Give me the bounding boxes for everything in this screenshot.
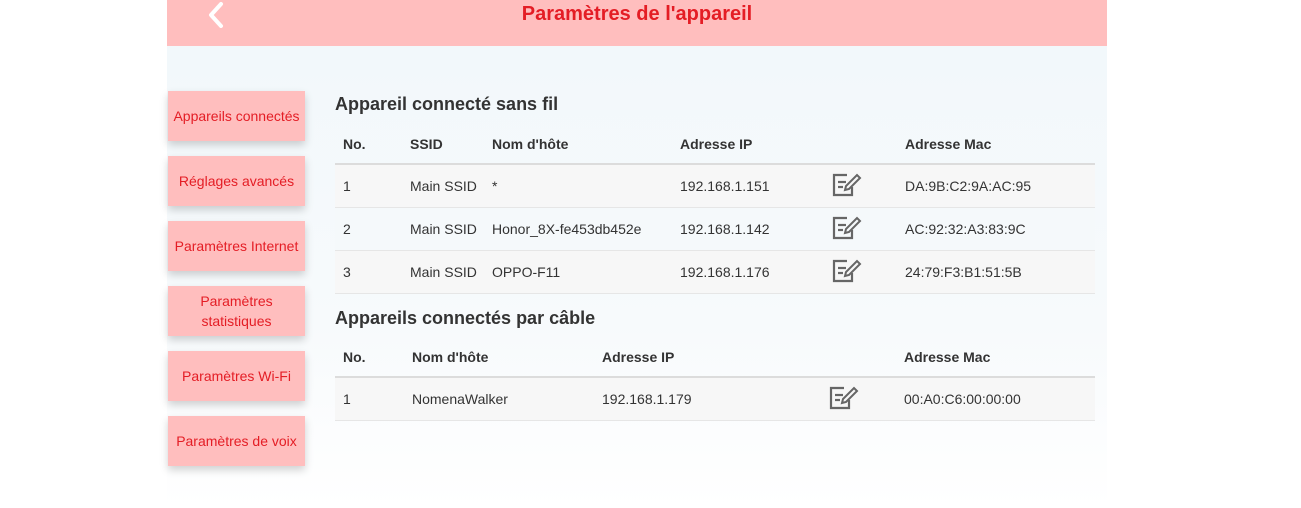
sidebar-item-connected-devices[interactable]: Appareils connectés: [168, 91, 305, 141]
wired-devices-table: No. Nom d'hôte Adresse IP Adresse Mac 1 …: [335, 338, 1095, 421]
cell-mac: DA:9B:C2:9A:AC:95: [905, 178, 1032, 194]
col-header-no: No.: [335, 125, 410, 165]
cell-ssid: Main SSID: [410, 264, 477, 280]
cell-mac: 24:79:F3:B1:51:5B: [905, 264, 1022, 280]
table-header-row: No. Nom d'hôte Adresse IP Adresse Mac: [335, 338, 1095, 378]
sidebar-item-voice-settings[interactable]: Paramètres de voix: [168, 416, 305, 466]
cell-hostname: *: [492, 178, 498, 194]
edit-icon[interactable]: [827, 385, 859, 414]
sidebar-item-wifi-settings[interactable]: Paramètres Wi-Fi: [168, 351, 305, 401]
cell-ip: 192.168.1.176: [680, 264, 770, 280]
sidebar-item-statistics-settings[interactable]: Paramètres statistiques: [168, 286, 305, 336]
col-header-ssid: SSID: [410, 125, 492, 165]
table-row: 1 Main SSID * 192.168.1.151 DA:9B:C2:9A:…: [335, 164, 1095, 208]
edit-icon[interactable]: [830, 258, 862, 287]
cell-no: 3: [343, 264, 351, 280]
wireless-section-title: Appareil connecté sans fil: [335, 94, 559, 114]
cell-mac: 00:A0:C6:00:00:00: [904, 391, 1021, 407]
col-header-mac: Adresse Mac: [905, 125, 1095, 165]
sidebar-item-internet-settings[interactable]: Paramètres Internet: [168, 221, 305, 271]
page-title: Paramètres de l'appareil: [521, 3, 753, 25]
table-row: 3 Main SSID OPPO-F11 192.168.1.176 24:79…: [335, 250, 1095, 294]
cell-hostname: OPPO-F11: [492, 264, 561, 280]
table-row: 1 NomenaWalker 192.168.1.179 00:A0:C6:00…: [335, 377, 1095, 421]
cell-no: 2: [343, 221, 351, 237]
col-header-ip: Adresse IP: [602, 338, 827, 378]
sidebar-item-advanced-settings[interactable]: Réglages avancés: [168, 156, 305, 206]
cell-ssid: Main SSID: [410, 178, 477, 194]
col-header-hostname: Nom d'hôte: [412, 338, 602, 378]
col-header-edit: [827, 338, 904, 378]
cell-ssid: Main SSID: [410, 221, 477, 237]
cell-mac: AC:92:32:A3:83:9C: [905, 221, 1026, 237]
col-header-ip: Adresse IP: [680, 125, 830, 165]
cell-edit: [830, 164, 905, 208]
cell-ip: 192.168.1.179: [602, 391, 692, 407]
col-header-edit: [830, 125, 905, 165]
cell-edit: [830, 251, 905, 294]
table-row: 2 Main SSID Honor_8X-fe453db452e 192.168…: [335, 207, 1095, 251]
wireless-devices-table: No. SSID Nom d'hôte Adresse IP Adresse M…: [335, 125, 1095, 294]
top-bar: Paramètres de l'appareil: [167, 0, 1107, 46]
cell-edit: [827, 377, 904, 421]
col-header-hostname: Nom d'hôte: [492, 125, 680, 165]
cell-no: 1: [343, 391, 351, 407]
edit-icon[interactable]: [830, 215, 862, 244]
cell-ip: 192.168.1.142: [680, 221, 770, 237]
col-header-no: No.: [335, 338, 412, 378]
cell-ip: 192.168.1.151: [680, 178, 770, 194]
wired-section-title: Appareils connectés par câble: [335, 308, 596, 328]
cell-hostname: NomenaWalker: [412, 391, 508, 407]
table-header-row: No. SSID Nom d'hôte Adresse IP Adresse M…: [335, 125, 1095, 165]
cell-no: 1: [343, 178, 351, 194]
col-header-mac: Adresse Mac: [904, 338, 1095, 378]
cell-edit: [830, 208, 905, 251]
cell-hostname: Honor_8X-fe453db452e: [492, 221, 642, 237]
edit-icon[interactable]: [830, 172, 862, 201]
